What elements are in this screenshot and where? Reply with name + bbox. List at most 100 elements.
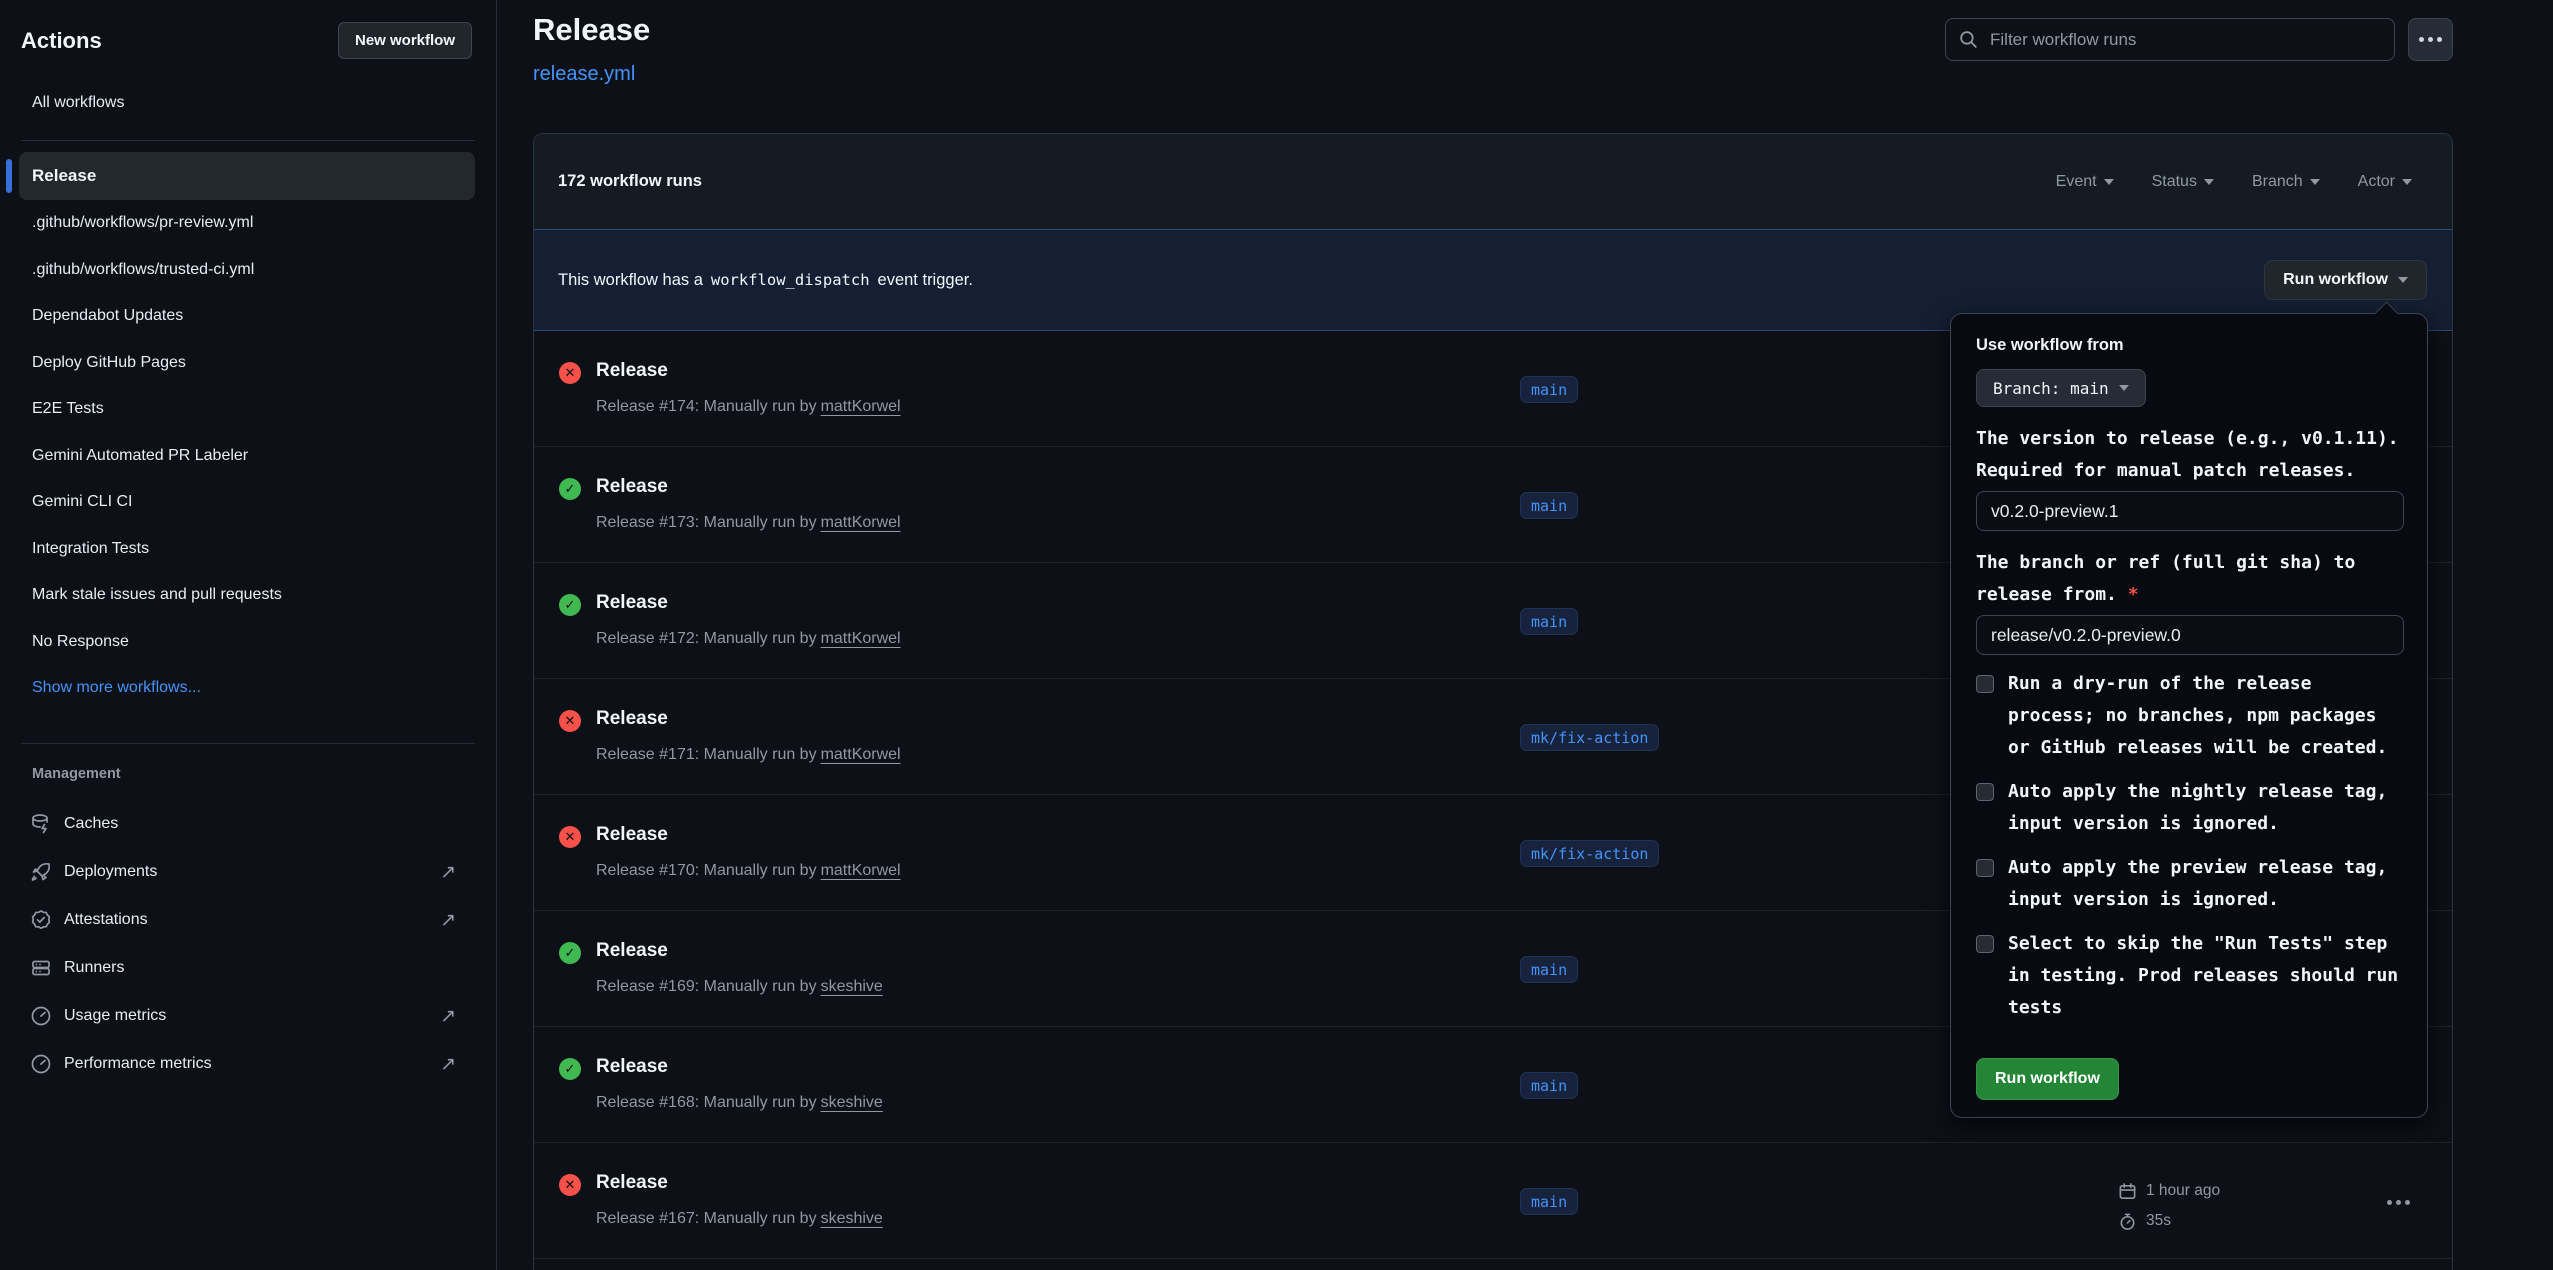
run-meta: 1 hour ago 35s (2118, 1176, 2220, 1236)
chevron-down-icon (2398, 277, 2408, 283)
run-workflow-submit-button[interactable]: Run workflow (1976, 1058, 2119, 1100)
sidebar-item-e2e-tests[interactable]: E2E Tests (0, 386, 496, 433)
topbar (1945, 18, 2453, 61)
actor-link[interactable]: mattKorwel (821, 514, 901, 531)
new-workflow-button[interactable]: New workflow (338, 22, 472, 59)
sidebar-item-usage-metrics[interactable]: Usage metrics ↗ (0, 992, 496, 1040)
sidebar-item-label: Performance metrics (64, 1055, 212, 1073)
sidebar-item-release-selected[interactable]: Release (19, 152, 475, 200)
chevron-down-icon (2402, 179, 2412, 185)
sidebar-item-integration-tests[interactable]: Integration Tests (0, 526, 496, 573)
sidebar-item-pr-review[interactable]: .github/workflows/pr-review.yml (0, 200, 496, 247)
actor-link[interactable]: mattKorwel (821, 398, 901, 415)
failure-status-icon (559, 710, 581, 732)
success-status-icon (559, 594, 581, 616)
workflow-run-row[interactable]: Release Release #167: Manually run byske… (534, 1143, 2452, 1259)
cache-database-icon (30, 813, 52, 835)
filter-actor-dropdown[interactable]: Actor (2358, 173, 2412, 191)
branch-badge[interactable]: main (1520, 1072, 1578, 1099)
run-workflow-dropdown-button[interactable]: Run workflow (2264, 260, 2427, 300)
run-options-button[interactable] (2396, 1192, 2436, 1212)
sidebar-header: Actions New workflow (21, 22, 472, 59)
sidebar-divider (21, 743, 475, 744)
filter-status-dropdown[interactable]: Status (2152, 173, 2214, 191)
dry-run-checkbox-row: Run a dry-run of the release process; no… (1976, 668, 2409, 764)
sidebar-item-label: Runners (64, 959, 124, 977)
version-help-text: The version to release (e.g., v0.1.11). … (1976, 423, 2411, 487)
skip-tests-checkbox[interactable] (1976, 935, 1994, 953)
meter-icon (30, 1053, 52, 1075)
filter-workflow-runs-input[interactable] (1945, 18, 2395, 61)
runs-filters: Event Status Branch Actor (2056, 173, 2412, 191)
actor-link[interactable]: skeshive (821, 978, 883, 995)
checkbox-label[interactable]: Run a dry-run of the release process; no… (2008, 668, 2404, 764)
sidebar-item-no-response[interactable]: No Response (0, 619, 496, 666)
checkbox-label[interactable]: Select to skip the "Run Tests" step in t… (2008, 928, 2404, 1024)
sidebar-item-dependabot-updates[interactable]: Dependabot Updates (0, 293, 496, 340)
sidebar-item-gemini-automated-pr-labeler[interactable]: Gemini Automated PR Labeler (0, 433, 496, 480)
workflow-options-button[interactable] (2408, 18, 2453, 61)
branch-select-button[interactable]: Branch: main (1976, 369, 2146, 407)
meter-icon (30, 1005, 52, 1027)
run-title-link[interactable]: Release (596, 824, 668, 846)
branch-badge[interactable]: mk/fix-action (1520, 724, 1659, 751)
sidebar-item-deployments[interactable]: Deployments ↗ (0, 848, 496, 896)
verified-badge-icon (30, 909, 52, 931)
runs-list-header: 172 workflow runs Event Status Branch Ac… (534, 134, 2452, 229)
sidebar-item-gemini-cli-ci[interactable]: Gemini CLI CI (0, 479, 496, 526)
page-title: Release (533, 12, 650, 48)
sidebar-item-deploy-github-pages[interactable]: Deploy GitHub Pages (0, 340, 496, 387)
filter-branch-dropdown[interactable]: Branch (2252, 173, 2320, 191)
dry-run-checkbox[interactable] (1976, 675, 1994, 693)
banner-text: This workflow has a (558, 271, 703, 290)
management-section-label: Management (32, 766, 121, 782)
sidebar-item-all-workflows[interactable]: All workflows (32, 94, 124, 112)
sidebar-item-performance-metrics[interactable]: Performance metrics ↗ (0, 1040, 496, 1088)
sidebar-item-caches[interactable]: Caches (0, 800, 496, 848)
checkbox-label[interactable]: Auto apply the nightly release tag, inpu… (2008, 776, 2404, 840)
run-title-link[interactable]: Release (596, 360, 668, 382)
actor-link[interactable]: mattKorwel (821, 746, 901, 763)
server-icon (30, 957, 52, 979)
run-title-link[interactable]: Release (596, 1172, 668, 1194)
run-title-link[interactable]: Release (596, 476, 668, 498)
sidebar-item-runners[interactable]: Runners (0, 944, 496, 992)
run-description: Release #173: Manually run bymattKorwel (596, 514, 901, 532)
external-link-icon: ↗ (440, 861, 456, 884)
workflow-file-link[interactable]: release.yml (533, 63, 635, 86)
runs-count: 172 workflow runs (558, 172, 702, 191)
version-input[interactable] (1976, 491, 2404, 531)
run-title-link[interactable]: Release (596, 592, 668, 614)
ref-help-text: The branch or ref (full git sha) to rele… (1976, 547, 2411, 611)
ref-input[interactable] (1976, 615, 2404, 655)
nightly-tag-checkbox[interactable] (1976, 783, 1994, 801)
run-title-link[interactable]: Release (596, 940, 668, 962)
sidebar-divider (21, 140, 475, 141)
actions-title: Actions (21, 28, 102, 54)
kebab-horizontal-icon (2396, 1200, 2401, 1205)
preview-tag-checkbox[interactable] (1976, 859, 1994, 877)
sidebar-item-trusted-ci[interactable]: .github/workflows/trusted-ci.yml (0, 247, 496, 294)
branch-badge[interactable]: main (1520, 492, 1578, 519)
checkbox-label[interactable]: Auto apply the preview release tag, inpu… (2008, 852, 2404, 916)
management-nav: Caches Deployments ↗ Attestations ↗ Runn… (0, 800, 496, 1088)
sidebar-item-mark-stale[interactable]: Mark stale issues and pull requests (0, 572, 496, 619)
actor-link[interactable]: mattKorwel (821, 630, 901, 647)
run-title-link[interactable]: Release (596, 708, 668, 730)
actor-link[interactable]: mattKorwel (821, 862, 901, 879)
actor-link[interactable]: skeshive (821, 1210, 883, 1227)
branch-badge[interactable]: main (1520, 608, 1578, 635)
branch-badge[interactable]: main (1520, 1188, 1578, 1215)
run-title-link[interactable]: Release (596, 1056, 668, 1078)
sidebar-item-label: Usage metrics (64, 1007, 166, 1025)
branch-badge[interactable]: main (1520, 376, 1578, 403)
filter-event-dropdown[interactable]: Event (2056, 173, 2114, 191)
branch-badge[interactable]: main (1520, 956, 1578, 983)
selected-accent-bar (6, 159, 12, 193)
sidebar-item-label: Attestations (64, 911, 148, 929)
sidebar-item-attestations[interactable]: Attestations ↗ (0, 896, 496, 944)
popover-heading: Use workflow from (1976, 336, 2409, 355)
branch-badge[interactable]: mk/fix-action (1520, 840, 1659, 867)
show-more-workflows-link[interactable]: Show more workflows... (0, 665, 496, 712)
actor-link[interactable]: skeshive (821, 1094, 883, 1111)
